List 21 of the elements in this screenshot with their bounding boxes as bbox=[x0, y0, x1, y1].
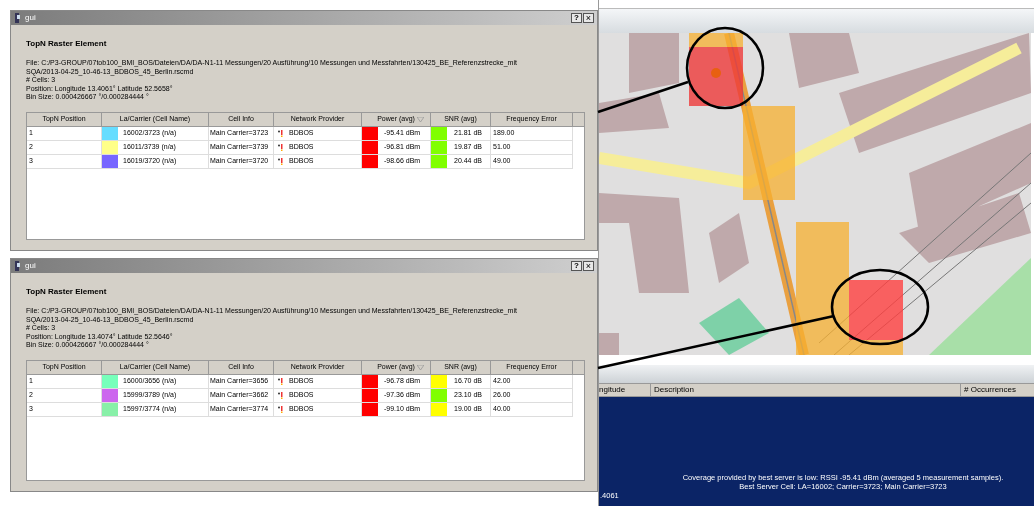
provider-icon bbox=[278, 143, 283, 151]
provider-icon bbox=[278, 157, 283, 165]
provider-icon bbox=[278, 377, 283, 385]
sort-icon bbox=[417, 116, 424, 122]
provider-icon bbox=[278, 129, 283, 137]
close-button[interactable]: × bbox=[583, 261, 594, 271]
window-title: gui bbox=[25, 260, 36, 272]
column-header[interactable]: # Occurrences bbox=[961, 384, 1034, 396]
column-header[interactable]: Description bbox=[651, 384, 961, 396]
help-button[interactable]: ? bbox=[571, 13, 582, 23]
column-header[interactable]: ngitude bbox=[599, 384, 651, 396]
app-icon bbox=[14, 261, 21, 271]
sort-icon bbox=[417, 364, 424, 370]
app-icon bbox=[14, 13, 21, 23]
dialog-heading: TopN Raster Element bbox=[26, 286, 108, 298]
dialog-heading: TopN Raster Element bbox=[26, 38, 108, 50]
help-button[interactable]: ? bbox=[571, 261, 582, 271]
provider-icon bbox=[278, 405, 283, 413]
window-title: gui bbox=[25, 12, 36, 24]
provider-icon bbox=[278, 391, 283, 399]
close-button[interactable]: × bbox=[583, 13, 594, 23]
